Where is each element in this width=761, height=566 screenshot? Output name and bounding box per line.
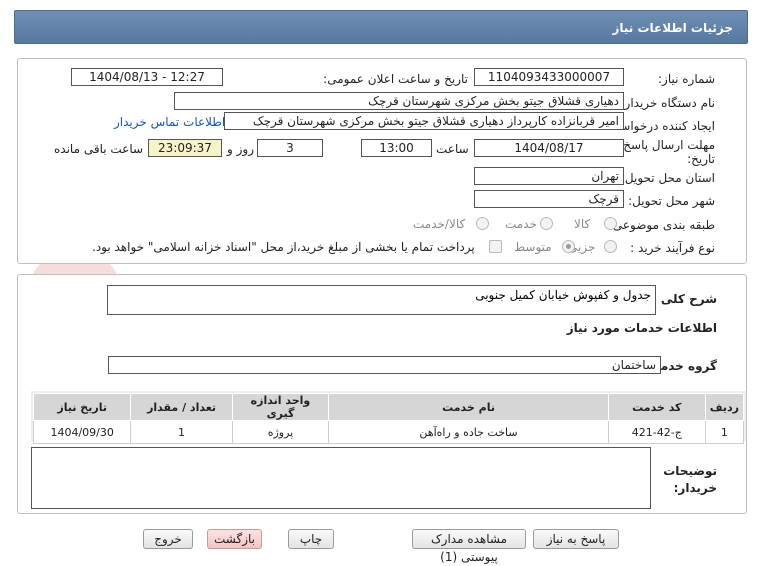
exit-button[interactable]: خروج (143, 529, 193, 549)
deadline-time-label: ساعت (436, 142, 469, 156)
buyer-org-field: دهیاری قشلاق جیتو بخش مرکزی شهرستان قرچک (174, 92, 624, 110)
province-label: استان محل تحویل: (620, 171, 715, 185)
services-table: ردیف کد خدمت نام خدمت واحد اندازه گیری ت… (32, 393, 745, 444)
city-label: شهر محل تحویل: (628, 194, 715, 208)
print-button[interactable]: چاپ (288, 529, 334, 549)
remaining-label: ساعت باقی مانده (54, 142, 144, 156)
category-option-goods: کالا (574, 217, 591, 231)
remaining-time-field: 23:09:37 (148, 139, 222, 157)
col-need-date: تاریخ نیاز (32, 393, 132, 421)
buyer-notes-label: توضیحات (663, 464, 717, 478)
deadline-date-field: 1404/08/17 (474, 139, 624, 157)
page-title: جزئیات اطلاعات نیاز (612, 21, 733, 35)
days-field: 3 (257, 139, 323, 157)
buyer-notes-label-2: خریدار: (673, 481, 717, 495)
buyer-contact-link[interactable]: اطلاعات تماس خریدار (114, 115, 225, 129)
category-radio-goods-service[interactable] (476, 217, 489, 230)
table-row: 1 ج-42-421 ساخت جاده و راه‌آهن پروژه 1 1… (32, 420, 745, 444)
process-radio-medium[interactable] (562, 240, 575, 253)
col-row-number: ردیف (704, 393, 745, 421)
cell-service-name: ساخت جاده و راه‌آهن (328, 420, 609, 444)
reply-button[interactable]: پاسخ به نیاز (533, 529, 619, 549)
announce-label: تاریخ و ساعت اعلان عمومی: (323, 72, 468, 86)
view-attachments-button[interactable]: مشاهده مدارک پیوستی (1) (412, 529, 526, 564)
days-label: روز و (227, 142, 254, 156)
creator-field: امیر قربانزاده کارپرداز دهیاری قشلاق جیت… (224, 112, 624, 130)
col-quantity: تعداد / مقدار (130, 393, 233, 421)
category-option-service: خدمت (505, 217, 537, 231)
process-radio-minor[interactable] (604, 240, 617, 253)
process-option-medium: متوسط (514, 240, 552, 254)
page-header: جزئیات اطلاعات نیاز (14, 10, 748, 44)
buyer-org-label: نام دستگاه خریدار: (620, 96, 716, 110)
need-info-panel (17, 58, 747, 264)
category-radio-goods[interactable] (604, 217, 617, 230)
service-group-field: ساختمان (108, 356, 661, 374)
cell-need-date: 1404/09/30 (32, 420, 132, 444)
need-number-label: شماره نیاز: (658, 72, 715, 86)
deadline-label-date: تاریخ: (687, 152, 715, 166)
cell-unit: پروژه (231, 420, 330, 444)
cell-row-number: 1 (704, 420, 745, 444)
category-label: طبقه بندی موضوعی: (608, 218, 715, 232)
need-number-field: 1104093433000007 (474, 68, 624, 86)
col-unit: واحد اندازه گیری (231, 393, 330, 421)
services-title: اطلاعات خدمات مورد نیاز (566, 321, 717, 335)
table-header-row: ردیف کد خدمت نام خدمت واحد اندازه گیری ت… (32, 393, 745, 421)
treasury-payment-note: پرداخت تمام یا بخشی از مبلغ خرید،از محل … (92, 240, 475, 254)
announce-field: 1404/08/13 - 12:27 (71, 68, 223, 86)
deadline-time-field: 13:00 (361, 139, 432, 157)
treasury-payment-checkbox[interactable] (489, 240, 502, 253)
deadline-label: مهلت ارسال پاسخ: تا (608, 138, 715, 152)
summary-textarea[interactable]: جدول و کفپوش خیابان کمیل جنوبی (107, 285, 656, 315)
back-button[interactable]: بازگشت (207, 529, 262, 549)
category-option-goods-service: کالا/خدمت (413, 217, 466, 231)
cell-quantity: 1 (130, 420, 233, 444)
buyer-notes-textarea[interactable] (31, 447, 651, 509)
province-field: تهران (474, 167, 624, 185)
col-service-code: کد خدمت (607, 393, 706, 421)
category-radio-service[interactable] (540, 217, 553, 230)
process-label: نوع فرآیند خرید : (630, 241, 715, 255)
col-service-name: نام خدمت (328, 393, 609, 421)
city-field: قرچک (474, 190, 624, 208)
cell-service-code: ج-42-421 (607, 420, 706, 444)
